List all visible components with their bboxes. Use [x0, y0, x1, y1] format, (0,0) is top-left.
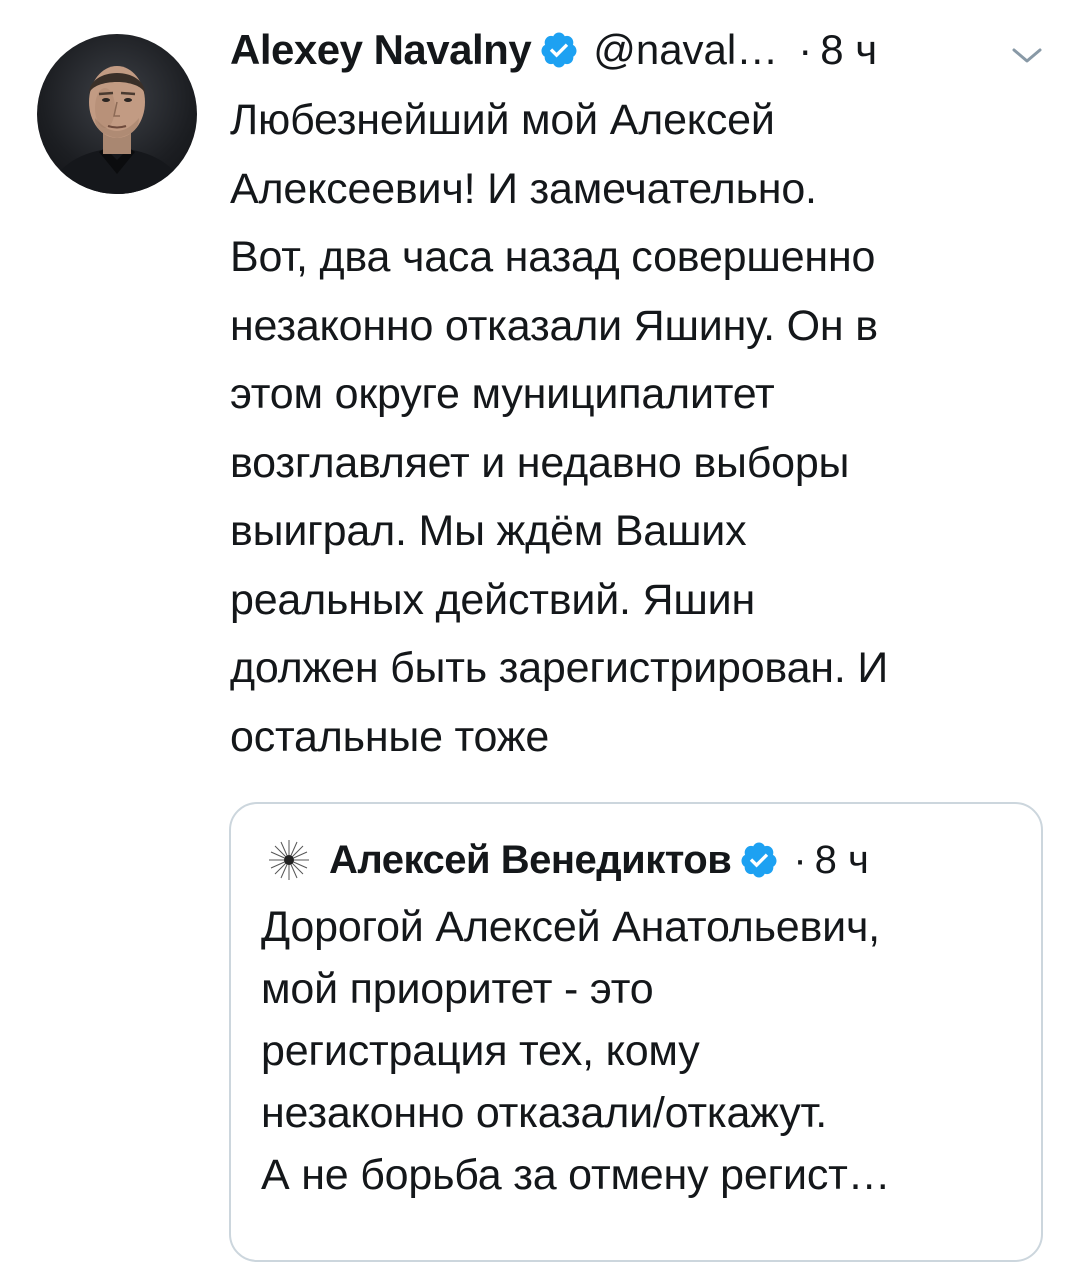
- chevron-down-icon[interactable]: [1010, 44, 1044, 66]
- quoted-tweet[interactable]: Алексей Венедиктов · 8 ч Дорогой Алексей…: [229, 802, 1043, 1262]
- verified-badge-icon: [539, 30, 579, 70]
- quoted-author-display-name[interactable]: Алексей Венедиктов: [329, 838, 732, 883]
- dandelion-avatar-icon[interactable]: [263, 834, 315, 886]
- tweet-text: Любезнейший мой Алексей Алексеевич! И за…: [230, 96, 889, 761]
- tweet-header: Alexey Navalny @naval… · 8 ч: [230, 22, 877, 78]
- author-handle[interactable]: @naval…: [593, 26, 778, 74]
- quoted-separator-dot: ·: [793, 837, 807, 882]
- tweet[interactable]: Alexey Navalny @naval… · 8 ч Любезнейший…: [0, 0, 1080, 1262]
- quoted-tweet-timestamp[interactable]: 8 ч: [815, 838, 869, 883]
- avatar-portrait-icon: [47, 66, 187, 194]
- tweet-timestamp[interactable]: 8 ч: [820, 26, 877, 74]
- author-avatar[interactable]: [37, 34, 197, 194]
- quoted-tweet-header: Алексей Венедиктов · 8 ч: [263, 832, 869, 888]
- verified-badge-icon: [739, 840, 779, 880]
- quoted-tweet-text: Дорогой Алексей Анатольевич, мой приорит…: [261, 903, 891, 1199]
- separator-dot: ·: [798, 26, 813, 73]
- author-display-name[interactable]: Alexey Navalny: [230, 26, 532, 74]
